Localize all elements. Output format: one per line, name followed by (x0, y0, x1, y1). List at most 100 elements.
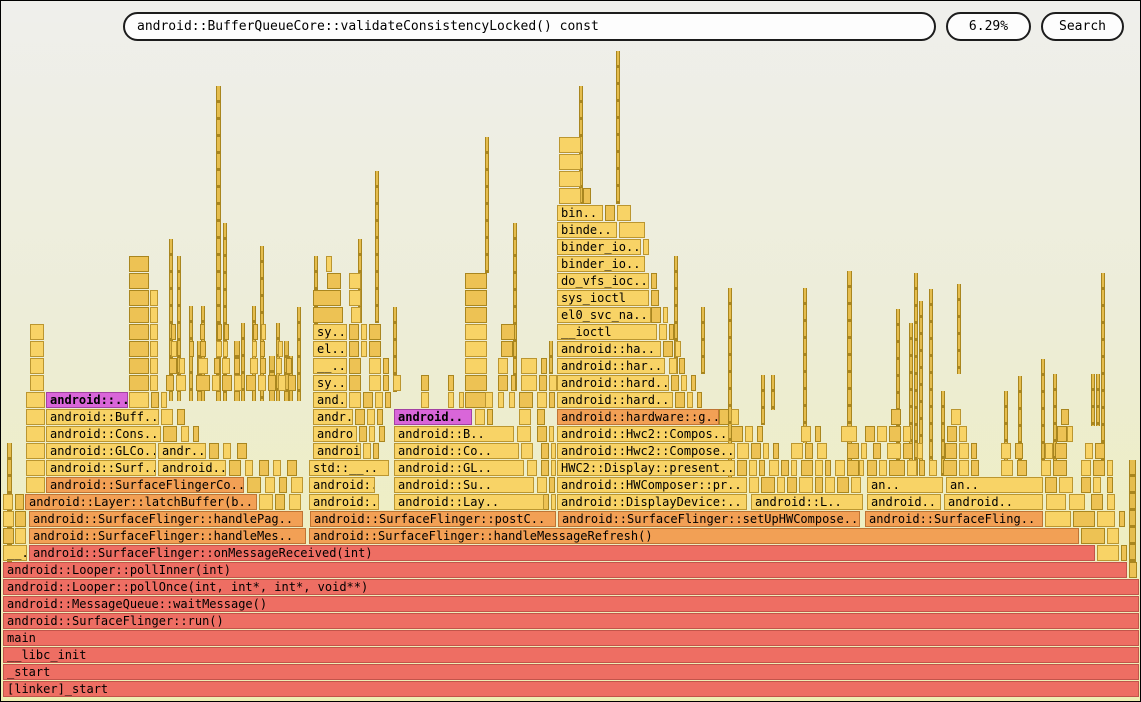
flame-frame[interactable] (26, 443, 45, 459)
flame-frame[interactable]: std::__.. (309, 460, 389, 476)
flame-frame[interactable] (749, 460, 757, 476)
flame-frame[interactable] (889, 460, 905, 476)
flame-frame[interactable] (781, 460, 789, 476)
flame-frame[interactable] (801, 426, 811, 442)
flame-frame[interactable] (737, 460, 747, 476)
flame-frame[interactable] (787, 477, 797, 493)
flame-frame[interactable] (129, 341, 149, 357)
flame-frame[interactable] (363, 443, 371, 459)
flame-frame[interactable] (246, 375, 256, 391)
flame-frame[interactable] (355, 409, 365, 425)
flame-frame[interactable] (697, 392, 702, 408)
flame-frame[interactable] (379, 426, 385, 442)
flame-frame[interactable] (15, 528, 26, 544)
flame-frame[interactable] (369, 324, 381, 340)
flame-frame[interactable] (1073, 511, 1095, 527)
flame-frame[interactable] (801, 460, 813, 476)
flame-frame[interactable] (837, 477, 849, 493)
flame-frame[interactable] (521, 375, 537, 391)
flame-frame[interactable]: sy.. (313, 324, 347, 340)
flame-frame[interactable] (161, 392, 167, 408)
flame-frame[interactable]: android::SurfaceFlinger::run() (3, 613, 1139, 629)
flame-frame[interactable] (537, 477, 547, 493)
flame-frame[interactable] (369, 358, 381, 374)
flame-frame[interactable] (847, 460, 859, 476)
flame-frame[interactable] (367, 409, 375, 425)
flame-frame[interactable] (651, 290, 659, 306)
flame-frame[interactable] (465, 307, 487, 323)
flame-frame[interactable]: android::Looper::pollOnce(int, int*, int… (3, 579, 1139, 595)
flame-frame[interactable] (521, 443, 533, 459)
flame-frame[interactable] (791, 443, 803, 459)
flame-frame[interactable] (26, 460, 45, 476)
flame-frame[interactable]: __. (3, 545, 27, 561)
flame-frame[interactable] (349, 392, 361, 408)
flame-frame[interactable] (166, 375, 174, 391)
flame-frame[interactable] (150, 375, 158, 391)
flame-frame[interactable] (279, 477, 287, 493)
flame-frame[interactable] (1093, 477, 1101, 493)
flame-frame[interactable] (825, 460, 831, 476)
flame-frame[interactable] (3, 511, 14, 527)
flame-frame[interactable] (234, 375, 242, 391)
flame-frame[interactable]: android::SurfaceFlingerCo.. (46, 477, 244, 493)
flame-frame[interactable] (129, 307, 149, 323)
flame-frame[interactable] (229, 460, 241, 476)
flame-frame[interactable] (877, 426, 887, 442)
flame-frame[interactable] (250, 358, 258, 374)
flame-frame[interactable] (731, 409, 739, 425)
flame-frame[interactable] (212, 375, 220, 391)
flame-frame[interactable]: android::DisplayDevice:.. (557, 494, 747, 510)
flame-frame[interactable] (763, 443, 769, 459)
flame-frame[interactable] (559, 171, 581, 187)
flame-frame[interactable] (26, 392, 45, 408)
flame-frame[interactable]: android::Co.. (394, 443, 519, 459)
flame-frame[interactable] (541, 460, 549, 476)
flame-frame[interactable]: android::Looper::pollInner(int) (3, 562, 1127, 578)
flame-frame[interactable] (361, 324, 367, 340)
flame-frame[interactable]: andr.. (158, 443, 206, 459)
flame-frame[interactable]: __.. (313, 358, 347, 374)
flame-frame[interactable]: and.. (313, 392, 347, 408)
flame-frame[interactable]: android::Hwc2::Compose.. (557, 443, 735, 459)
flame-frame[interactable] (216, 341, 222, 357)
flame-frame[interactable]: androi.. (313, 443, 361, 459)
flame-frame[interactable] (549, 426, 554, 442)
flame-frame[interactable] (541, 443, 549, 459)
flame-frame[interactable] (539, 375, 547, 391)
flame-frame[interactable] (3, 494, 13, 510)
flame-frame[interactable] (1119, 511, 1125, 527)
flame-frame[interactable] (268, 375, 276, 391)
flame-frame[interactable] (393, 375, 401, 391)
flame-frame[interactable] (189, 341, 194, 357)
flame-frame[interactable] (421, 392, 429, 408)
flame-frame[interactable] (196, 375, 210, 391)
search-button[interactable]: Search (1041, 12, 1124, 41)
flame-frame[interactable] (1015, 443, 1023, 459)
flame-frame[interactable] (751, 443, 761, 459)
flame-frame[interactable] (951, 409, 961, 425)
flame-frame[interactable]: android::SurfaceFlinger::onMessageReceiv… (29, 545, 1095, 561)
flame-frame[interactable] (687, 392, 693, 408)
flame-frame[interactable]: el0_svc_na.. (557, 307, 651, 323)
flame-frame[interactable] (799, 477, 813, 493)
flame-frame[interactable] (511, 375, 516, 391)
flame-frame[interactable] (945, 443, 957, 459)
flame-frame[interactable] (26, 409, 45, 425)
match-percent-button[interactable]: 6.29% (946, 12, 1031, 41)
flame-frame[interactable] (519, 392, 533, 408)
flame-frame[interactable] (487, 409, 493, 425)
flame-frame[interactable] (161, 409, 173, 425)
flame-frame[interactable] (150, 290, 158, 306)
flame-frame[interactable] (841, 426, 857, 442)
flame-frame[interactable] (501, 324, 515, 340)
flame-frame[interactable] (651, 307, 661, 323)
flame-frame-search-match[interactable]: android.. (394, 409, 472, 425)
flame-frame[interactable] (731, 426, 743, 442)
flame-frame[interactable] (773, 443, 779, 459)
flame-spire[interactable] (771, 375, 775, 410)
flame-frame[interactable] (217, 324, 222, 340)
flame-frame[interactable] (465, 324, 487, 340)
flame-frame[interactable] (288, 375, 296, 391)
flame-spire[interactable] (513, 223, 517, 391)
